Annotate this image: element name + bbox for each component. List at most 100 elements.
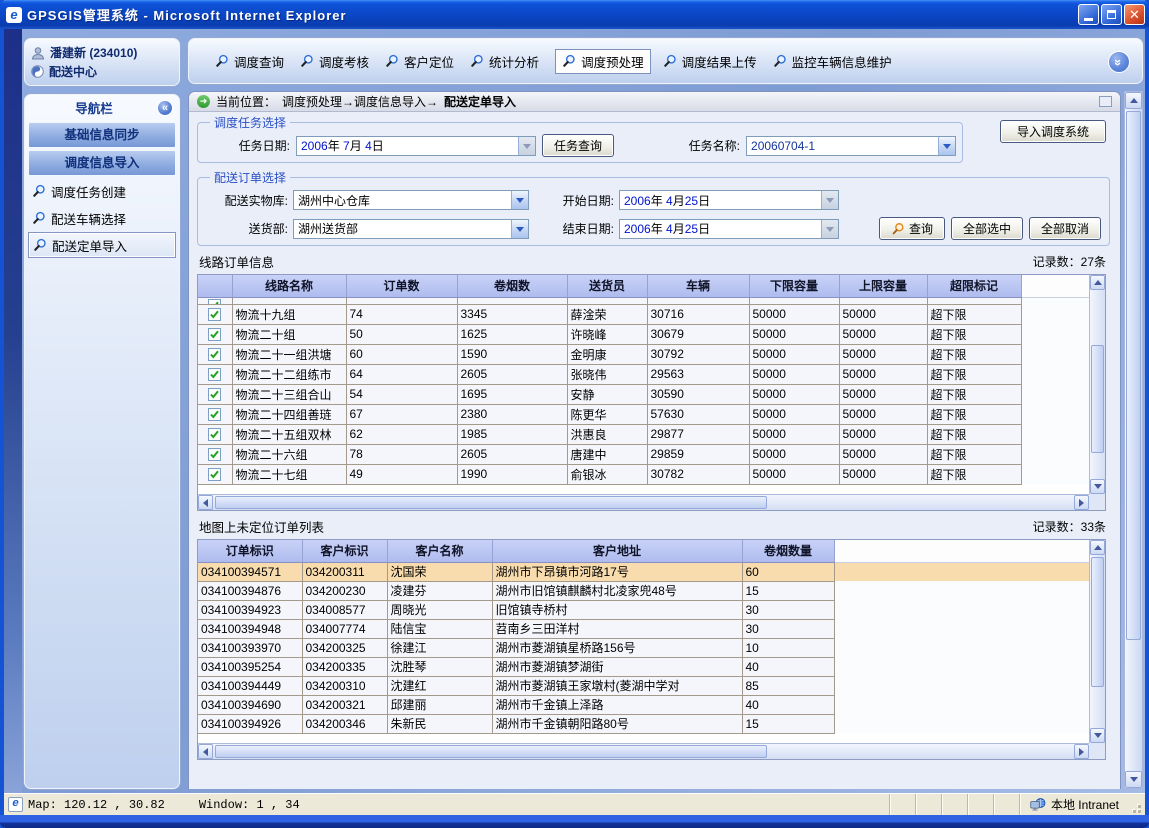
hscroll-thumb[interactable]: [215, 745, 767, 758]
scroll-down-button[interactable]: [1090, 728, 1105, 743]
table-row[interactable]: 034100394690034200321邱建丽湖州市千金镇上泽路40: [198, 695, 1089, 714]
scroll-right-button[interactable]: [1074, 744, 1089, 759]
filler-column-header: [1021, 275, 1089, 297]
cell: 超下限: [927, 464, 1021, 484]
row-checkbox[interactable]: [208, 367, 221, 381]
maximize-icon: [1107, 10, 1116, 19]
end-date-combobox[interactable]: 2006年 4月25日: [619, 219, 839, 239]
toolbar-item-7[interactable]: 监控车辆信息维护: [773, 52, 892, 71]
cell: 沈国荣: [387, 562, 492, 581]
filler-cell: [834, 676, 1089, 695]
scroll-left-button[interactable]: [198, 744, 213, 759]
scroll-up-button[interactable]: [1090, 275, 1105, 290]
dropdown-arrow-icon[interactable]: [511, 191, 528, 209]
minimize-icon: [1084, 18, 1093, 21]
select-all-button[interactable]: 全部选中: [951, 217, 1023, 240]
toolbar-item-2[interactable]: 调度考核: [300, 52, 369, 71]
table-row[interactable]: 034100395254034200335沈胜琴湖州市菱湖镇梦湖街40: [198, 657, 1089, 676]
vscroll-thumb[interactable]: [1091, 557, 1104, 687]
table-row[interactable]: 034100394571034200311沈国荣湖州市下昂镇市河路17号60: [198, 562, 1089, 581]
table-row[interactable]: 034100394948034007774陆信宝苕南乡三田洋村30: [198, 619, 1089, 638]
double-chevron-down-icon: »: [1112, 58, 1125, 65]
task-name-combobox[interactable]: 20060704-1: [746, 136, 956, 156]
row-checkbox[interactable]: [208, 327, 221, 341]
row-checkbox[interactable]: [208, 447, 221, 461]
close-button[interactable]: ✕: [1124, 4, 1145, 25]
hscroll-thumb[interactable]: [215, 496, 767, 509]
window-controls: ✕: [1078, 4, 1145, 25]
sidebar-section-1[interactable]: 基础信息同步: [28, 122, 176, 148]
deselect-all-button[interactable]: 全部取消: [1029, 217, 1101, 240]
row-checkbox[interactable]: [208, 387, 221, 401]
maximize-button[interactable]: [1101, 4, 1122, 25]
sidebar-section-2[interactable]: 调度信息导入: [28, 150, 176, 176]
scroll-up-button[interactable]: [1090, 540, 1105, 555]
start-date-combobox[interactable]: 2006年 4月25日: [619, 190, 839, 210]
table-row[interactable]: 034100394926034200346朱新民湖州市千金镇朝阳路80号15: [198, 714, 1089, 733]
toolbar-items: 调度查询调度考核客户定位统计分析调度预处理调度结果上传监控车辆信息维护: [215, 49, 908, 74]
orders-table: 订单标识客户标识客户名称客户地址卷烟数量 0341003945710342003…: [197, 539, 1106, 760]
toolbar-item-4[interactable]: 统计分析: [470, 52, 539, 71]
cell: 30: [742, 619, 834, 638]
task-query-button[interactable]: 任务查询: [542, 134, 614, 157]
row-checkbox-cell: [198, 444, 232, 464]
row-checkbox[interactable]: [208, 307, 221, 321]
panel-toggle-button[interactable]: [1099, 96, 1112, 107]
cell: [567, 297, 647, 304]
resize-grip[interactable]: [1129, 794, 1143, 815]
dropdown-arrow-icon[interactable]: [821, 220, 838, 238]
toolbar-item-6[interactable]: 调度结果上传: [663, 52, 757, 71]
cell: 034200310: [302, 676, 387, 695]
row-checkbox[interactable]: [208, 347, 221, 361]
sidebar-item-2-1[interactable]: 调度任务创建: [28, 178, 176, 204]
collapse-sidebar-button[interactable]: «: [157, 100, 173, 116]
row-checkbox[interactable]: [208, 467, 221, 481]
row-checkbox[interactable]: [208, 407, 221, 421]
route-table-hscrollbar[interactable]: [198, 494, 1089, 510]
cell: 3345: [457, 304, 567, 324]
warehouse-combobox[interactable]: 湖州中心仓库: [293, 190, 529, 210]
table-row[interactable]: 034100394876034200230凌建芬湖州市旧馆镇麒麟村北凌家兜48号…: [198, 581, 1089, 600]
title-bar[interactable]: e GPSGIS管理系统 - Microsoft Internet Explor…: [0, 0, 1149, 29]
dropdown-arrow-icon[interactable]: [938, 137, 955, 155]
checkbox-column-header: [198, 275, 232, 297]
table-row[interactable]: 034100394449034200310沈建红湖州市菱湖镇王家墩村(菱湖中学对…: [198, 676, 1089, 695]
table-row[interactable]: 034100393970034200325徐建江湖州市菱湖镇星桥路156号10: [198, 638, 1089, 657]
dropdown-arrow-icon[interactable]: [821, 191, 838, 209]
page-scroll-thumb[interactable]: [1126, 111, 1141, 640]
cell: 物流二十五组双林: [232, 424, 346, 444]
dropdown-arrow-icon[interactable]: [511, 220, 528, 238]
orders-table-hscrollbar[interactable]: [198, 743, 1089, 759]
dropdown-arrow-icon[interactable]: [518, 137, 535, 155]
toolbar-overflow-button[interactable]: »: [1108, 51, 1130, 73]
page-scrollbar[interactable]: [1124, 91, 1143, 789]
toolbar-item-5[interactable]: 调度预处理: [555, 49, 651, 74]
toolbar-item-1[interactable]: 调度查询: [215, 52, 284, 71]
nav-header: 导航栏 «: [25, 95, 179, 120]
query-button[interactable]: 查询: [879, 217, 945, 240]
vscroll-thumb[interactable]: [1091, 345, 1104, 453]
delivery-dept-combobox[interactable]: 湖州送货部: [293, 219, 529, 239]
filler-cell: [1021, 404, 1089, 424]
task-date-combobox[interactable]: 2006年 7月 4日: [296, 136, 536, 156]
toolbar-item-3[interactable]: 客户定位: [385, 52, 454, 71]
row-checkbox[interactable]: [208, 427, 221, 441]
cell: 湖州市千金镇朝阳路80号: [492, 714, 742, 733]
scroll-right-button[interactable]: [1074, 495, 1089, 510]
search-icon: [891, 222, 905, 236]
cell: 1990: [457, 464, 567, 484]
scroll-left-button[interactable]: [198, 495, 213, 510]
sidebar-item-2-3[interactable]: 配送定单导入: [28, 232, 176, 258]
orders-table-vscrollbar[interactable]: [1089, 540, 1105, 743]
scroll-down-button[interactable]: [1090, 479, 1105, 494]
route-table-vscrollbar[interactable]: [1089, 275, 1105, 494]
cell: 安静: [567, 384, 647, 404]
cell: 2380: [457, 404, 567, 424]
task-name-value: 20060704-1: [747, 139, 938, 153]
table-row[interactable]: 034100394923034008577周晓光旧馆镇寺桥村30: [198, 600, 1089, 619]
import-dispatch-button[interactable]: 导入调度系统: [1000, 120, 1106, 143]
scroll-down-button[interactable]: [1125, 771, 1142, 788]
minimize-button[interactable]: [1078, 4, 1099, 25]
scroll-up-button[interactable]: [1125, 92, 1142, 109]
sidebar-item-2-2[interactable]: 配送车辆选择: [28, 205, 176, 231]
